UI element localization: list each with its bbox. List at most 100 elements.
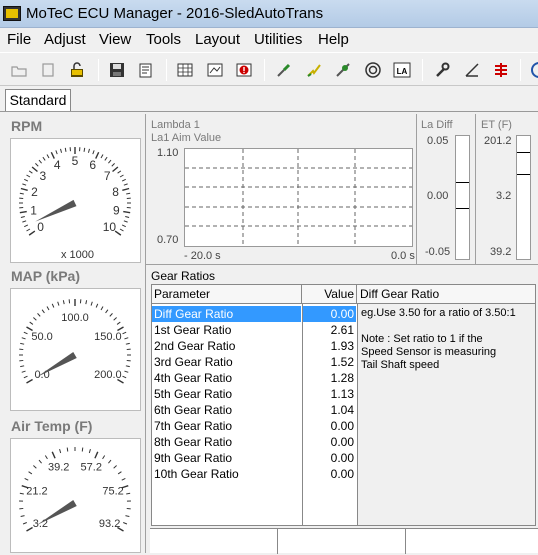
gear-row-value[interactable]: 2.61	[303, 322, 356, 338]
gear-row-value[interactable]: 1.52	[303, 354, 356, 370]
gear-row-name[interactable]: 8th Gear Ratio	[152, 434, 301, 450]
menu-utilities[interactable]: Utilities	[254, 31, 302, 48]
gauge-minor-tick	[29, 171, 32, 173]
gauge-tick-label: 21.2	[26, 486, 47, 498]
gear-row-label: 2nd Gear Ratio	[154, 338, 235, 354]
gauge-minor-tick	[122, 179, 126, 181]
gear-row-name[interactable]: 9th Gear Ratio	[152, 450, 301, 466]
gear-row-value[interactable]: 0.00	[303, 306, 356, 322]
gear-row-value[interactable]: 0.00	[303, 418, 356, 434]
gauge-minor-tick	[108, 160, 111, 163]
gear-row-value[interactable]: 1.93	[303, 338, 356, 354]
gauge-unit-label: x 1000	[61, 249, 94, 261]
gauge-tick-label: 2	[31, 185, 38, 199]
gear-row-name[interactable]: Diff Gear Ratio	[152, 306, 301, 322]
gear-row-value[interactable]: 0.00	[303, 434, 356, 450]
gauge-major-tick	[52, 452, 55, 458]
gear-row-value[interactable]: 1.28	[303, 370, 356, 386]
gear-row-value[interactable]: 0.00	[303, 450, 356, 466]
gear-row-name[interactable]: 5th Gear Ratio	[152, 386, 301, 402]
gauge-minor-tick	[29, 472, 32, 474]
gauge-minor-tick	[24, 179, 28, 181]
tab-standard[interactable]: Standard	[5, 89, 71, 111]
gear-row-name[interactable]: 2nd Gear Ratio	[152, 338, 301, 354]
gauge-minor-tick	[114, 466, 117, 469]
help-icon[interactable]	[530, 61, 538, 79]
gauge-minor-tick	[27, 175, 30, 177]
gauge-major-tick	[95, 452, 98, 458]
menu-layout[interactable]: Layout	[195, 31, 240, 48]
status-bar	[150, 528, 538, 553]
sensor-icon[interactable]	[334, 61, 352, 79]
gauge-minor-tick	[33, 466, 36, 469]
menu-adjust[interactable]: Adjust	[44, 31, 86, 48]
app-icon	[3, 6, 21, 21]
gauge-minor-tick	[56, 150, 57, 154]
save-icon[interactable]	[108, 61, 126, 79]
new-file-icon[interactable]	[39, 61, 57, 79]
gear-row-label: 5th Gear Ratio	[154, 386, 232, 402]
menu-file[interactable]: File	[7, 31, 31, 48]
gauge-minor-tick	[47, 307, 49, 310]
air-temp-title: Air Temp (F)	[11, 418, 92, 434]
map-gauge: 0.050.0100.0150.0200.0	[10, 288, 141, 411]
col-value[interactable]: Value	[302, 285, 357, 304]
gauge-minor-tick	[25, 478, 29, 480]
menu-view[interactable]: View	[99, 31, 131, 48]
gauge-minor-tick	[88, 149, 89, 153]
gauge-minor-tick	[118, 472, 121, 474]
gauge-minor-tick	[21, 216, 25, 217]
et-top: 201.2	[484, 135, 512, 147]
injector-icon[interactable]	[492, 61, 510, 79]
save-as-icon[interactable]	[137, 61, 155, 79]
toolbar: LA	[0, 52, 538, 86]
menu-help[interactable]: Help	[318, 31, 349, 48]
gauge-minor-tick	[124, 338, 128, 339]
gauge-minor-tick	[84, 148, 85, 152]
lambda-title: Lambda 1	[151, 119, 200, 131]
gear-row-name[interactable]: 3rd Gear Ratio	[152, 354, 301, 370]
gauge-major-tick	[113, 167, 118, 171]
gear-row-label: 1st Gear Ratio	[154, 322, 231, 338]
lambda-icon[interactable]: LA	[393, 61, 411, 79]
gauge-minor-tick	[22, 338, 26, 339]
svg-text:LA: LA	[397, 67, 408, 76]
gauge-tick-label: 93.2	[99, 518, 120, 530]
open-folder-icon[interactable]	[10, 61, 28, 79]
gauge-minor-tick	[58, 302, 59, 306]
gear-row-label: 4th Gear Ratio	[154, 370, 232, 386]
gear-row-value[interactable]: 1.04	[303, 402, 356, 418]
gauge-minor-tick	[124, 221, 128, 222]
gauge-icon[interactable]	[206, 61, 224, 79]
air-temp-dial: 3.221.239.257.275.293.2	[11, 439, 140, 552]
gear-row-name[interactable]: 6th Gear Ratio	[152, 402, 301, 418]
gauge-minor-tick	[96, 304, 98, 308]
menu-tools[interactable]: Tools	[146, 31, 181, 48]
probe-icon[interactable]	[275, 61, 293, 79]
gear-row-value[interactable]: 1.13	[303, 386, 356, 402]
gear-row-name[interactable]: 7th Gear Ratio	[152, 418, 301, 434]
gear-row-name[interactable]: 1st Gear Ratio	[152, 322, 301, 338]
zero-icon[interactable]	[463, 61, 481, 79]
turbo-icon[interactable]	[364, 61, 382, 79]
gauge-tick-label: 8	[112, 185, 119, 199]
gear-row-name[interactable]: 10th Gear Ratio	[152, 466, 301, 482]
table-icon[interactable]	[176, 61, 194, 79]
gauge-tick-label: 75.2	[102, 486, 123, 498]
col-parameter[interactable]: Parameter	[152, 285, 302, 304]
gear-row-value[interactable]: 0.00	[303, 466, 356, 482]
lightning-icon[interactable]	[305, 61, 323, 79]
unlock-icon[interactable]	[68, 61, 86, 79]
wrench-icon[interactable]	[433, 61, 451, 79]
gear-row-label: 7th Gear Ratio	[154, 418, 232, 434]
gear-row-label: 3rd Gear Ratio	[154, 354, 233, 370]
gauge-major-tick	[122, 189, 129, 191]
gauge-tick-label: 39.2	[48, 461, 69, 473]
gear-row-label: 8th Gear Ratio	[154, 434, 232, 450]
gauge-minor-tick	[20, 493, 24, 494]
gear-row-name[interactable]: 4th Gear Ratio	[152, 370, 301, 386]
gear-separator	[146, 264, 538, 265]
description-example: eg.Use 3.50 for a ratio of 3.50:1	[361, 307, 516, 319]
gauge-minor-tick	[125, 516, 129, 517]
stop-icon[interactable]	[235, 61, 253, 79]
